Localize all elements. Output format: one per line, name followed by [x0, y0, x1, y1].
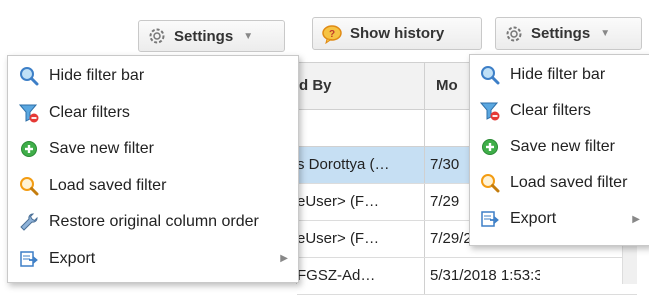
gear-icon	[504, 24, 524, 44]
menu-item-hide-filter-bar[interactable]: Hide filter bar	[8, 58, 298, 95]
add-icon	[18, 138, 40, 160]
settings-label: Settings	[531, 25, 591, 42]
clear-filter-icon	[18, 102, 40, 124]
submenu-arrow-icon: ▶	[632, 213, 640, 225]
menu-item-hide-filter-bar[interactable]: Hide filter bar	[470, 57, 649, 93]
submenu-arrow-icon: ▶	[280, 253, 288, 265]
menu-item-export[interactable]: Export ▶	[8, 241, 298, 278]
wrench-icon	[18, 211, 40, 233]
cell: FGSZ-Ad…	[297, 267, 376, 284]
menu-item-label: Save new filter	[510, 138, 615, 155]
add-icon	[479, 136, 501, 158]
column-header-modified[interactable]: Mo	[436, 63, 458, 109]
table-row[interactable]: FGSZ-Ad… 5/31/2018 1:53:39…	[297, 258, 637, 295]
menu-item-label: Save new filter	[49, 140, 154, 158]
cell: 5/31/2018 1:53:39…	[430, 267, 540, 284]
menu-item-load-saved-filter[interactable]: Load saved filter	[8, 168, 298, 205]
clear-filter-icon	[479, 100, 501, 122]
menu-item-save-new-filter[interactable]: Save new filter	[8, 131, 298, 168]
show-history-label: Show history	[350, 25, 445, 42]
history-bubble-icon: ?	[321, 24, 343, 44]
column-header-modified-by[interactable]: d By	[299, 63, 332, 109]
magnifier-icon	[18, 65, 40, 87]
settings-button-right[interactable]: Settings ▼	[495, 17, 642, 50]
settings-menu-right: Hide filter bar Clear filters Save new f…	[469, 54, 649, 246]
menu-item-clear-filters[interactable]: Clear filters	[470, 93, 649, 129]
export-icon	[479, 208, 501, 230]
load-filter-icon	[479, 172, 501, 194]
menu-item-label: Export	[49, 249, 96, 267]
menu-item-label: Restore original column order	[49, 213, 259, 231]
gear-icon	[147, 26, 167, 46]
caret-down-icon: ▼	[600, 28, 611, 39]
cell: s Dorottya (…	[297, 156, 390, 173]
settings-button[interactable]: Settings ▼	[138, 20, 285, 52]
load-filter-icon	[18, 175, 40, 197]
svg-text:?: ?	[329, 29, 335, 40]
menu-item-label: Load saved filter	[49, 176, 167, 194]
menu-item-label: Clear filters	[510, 102, 591, 119]
menu-item-clear-filters[interactable]: Clear filters	[8, 95, 298, 132]
menu-item-load-saved-filter[interactable]: Load saved filter	[470, 165, 649, 201]
menu-item-label: Load saved filter	[510, 174, 628, 191]
cell: eUser> (F…	[297, 193, 380, 210]
menu-item-restore-column-order[interactable]: Restore original column order	[8, 204, 298, 241]
export-icon	[18, 248, 40, 270]
menu-item-save-new-filter[interactable]: Save new filter	[470, 129, 649, 165]
menu-item-label: Hide filter bar	[510, 66, 606, 83]
cell: eUser> (F…	[297, 230, 380, 247]
show-history-button[interactable]: ? Show history	[312, 17, 482, 50]
menu-item-export[interactable]: Export ▶	[470, 201, 649, 237]
settings-menu: Hide filter bar Clear filters Save new f…	[7, 55, 299, 283]
caret-down-icon: ▼	[243, 30, 254, 42]
magnifier-icon	[479, 64, 501, 86]
menu-item-label: Hide filter bar	[49, 67, 145, 85]
menu-item-label: Clear filters	[49, 103, 130, 121]
menu-item-label: Export	[510, 210, 557, 227]
settings-label: Settings	[174, 27, 234, 45]
